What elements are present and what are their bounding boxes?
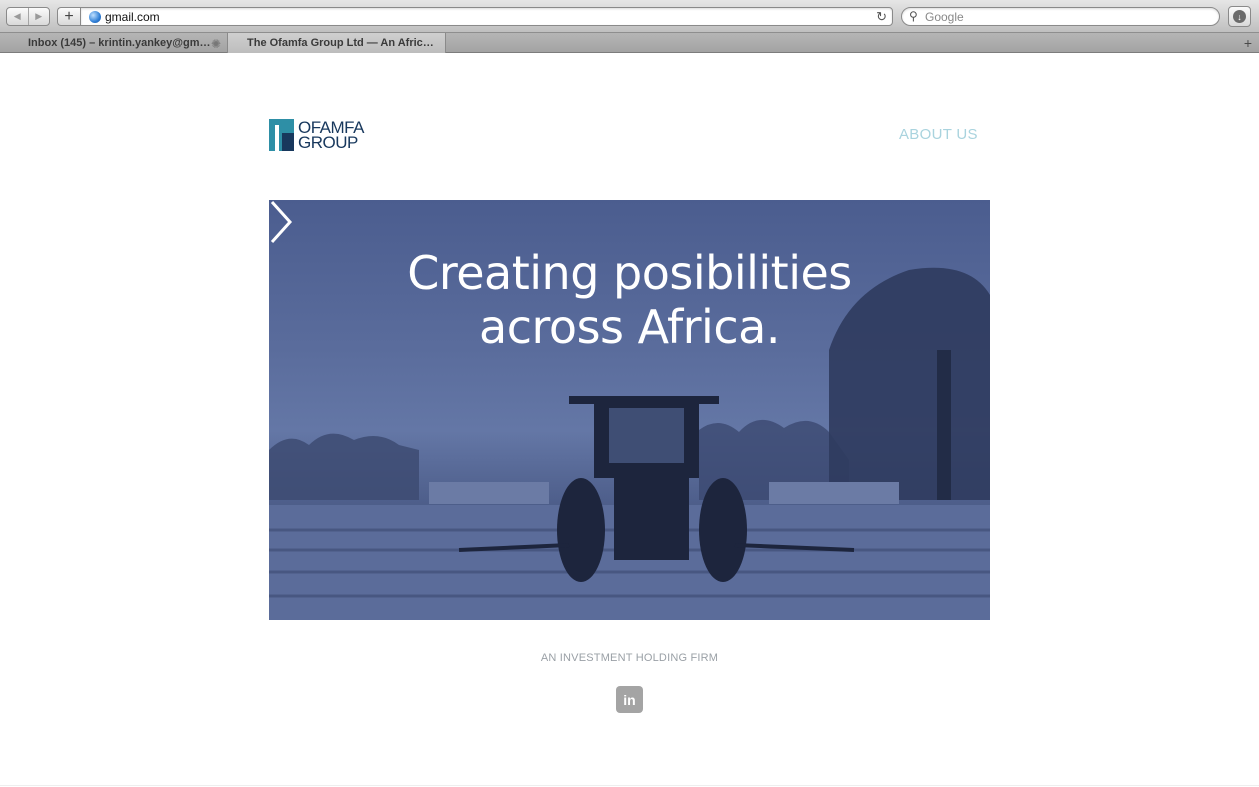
site-logo[interactable]: OFAMFA GROUP (269, 118, 379, 152)
hero-headline-line-1: Creating posibilities (407, 246, 852, 300)
hero-slider: Creating posibilities across Africa. (269, 200, 990, 620)
next-slide-arrow-icon[interactable] (269, 200, 293, 244)
logo-mark-icon (269, 119, 294, 151)
tab-label: Inbox (145) – krintin.yankey@gm… (28, 37, 211, 49)
linkedin-icon[interactable]: in (616, 686, 643, 713)
logo-wordmark: OFAMFA GROUP (298, 119, 364, 152)
footer-divider (0, 785, 1259, 786)
loading-spinner-icon: ✺ (211, 37, 222, 51)
tab-label: The Ofamfa Group Ltd — An Afric… (247, 37, 434, 49)
reload-icon[interactable]: ↻ (876, 9, 887, 25)
page-content: OFAMFA GROUP ABOUT US Creating posibilit… (0, 54, 1259, 787)
hero-headline-line-2: across Africa. (479, 300, 780, 354)
nav-about-us[interactable]: ABOUT US (899, 126, 978, 143)
tab-inbox[interactable]: Inbox (145) – krintin.yankey@gm… ✺ (0, 33, 228, 53)
download-icon: ↓ (1233, 10, 1246, 23)
browser-toolbar: ◀ ▶ + gmail.com ↻ ⚲ Google ↓ (0, 0, 1259, 33)
search-field[interactable]: ⚲ Google (901, 7, 1220, 26)
globe-icon (89, 11, 101, 23)
search-icon: ⚲ (909, 9, 918, 23)
history-nav: ◀ ▶ (6, 7, 50, 26)
downloads-button[interactable]: ↓ (1228, 6, 1251, 27)
address-bar[interactable]: gmail.com ↻ (80, 7, 893, 26)
tagline: AN INVESTMENT HOLDING FIRM (540, 652, 719, 664)
forward-button[interactable]: ▶ (27, 8, 50, 25)
new-tab-button[interactable]: + (1244, 34, 1252, 52)
url-text: gmail.com (105, 10, 160, 24)
back-button[interactable]: ◀ (7, 8, 28, 25)
add-bookmark-button[interactable]: + (57, 7, 80, 26)
logo-line-2: GROUP (298, 133, 358, 152)
tab-bar: Inbox (145) – krintin.yankey@gm… ✺ The O… (0, 33, 1259, 53)
tab-ofamfa[interactable]: The Ofamfa Group Ltd — An Afric… (228, 33, 446, 53)
hero-headline: Creating posibilities across Africa. (269, 246, 990, 354)
search-placeholder: Google (925, 10, 964, 24)
